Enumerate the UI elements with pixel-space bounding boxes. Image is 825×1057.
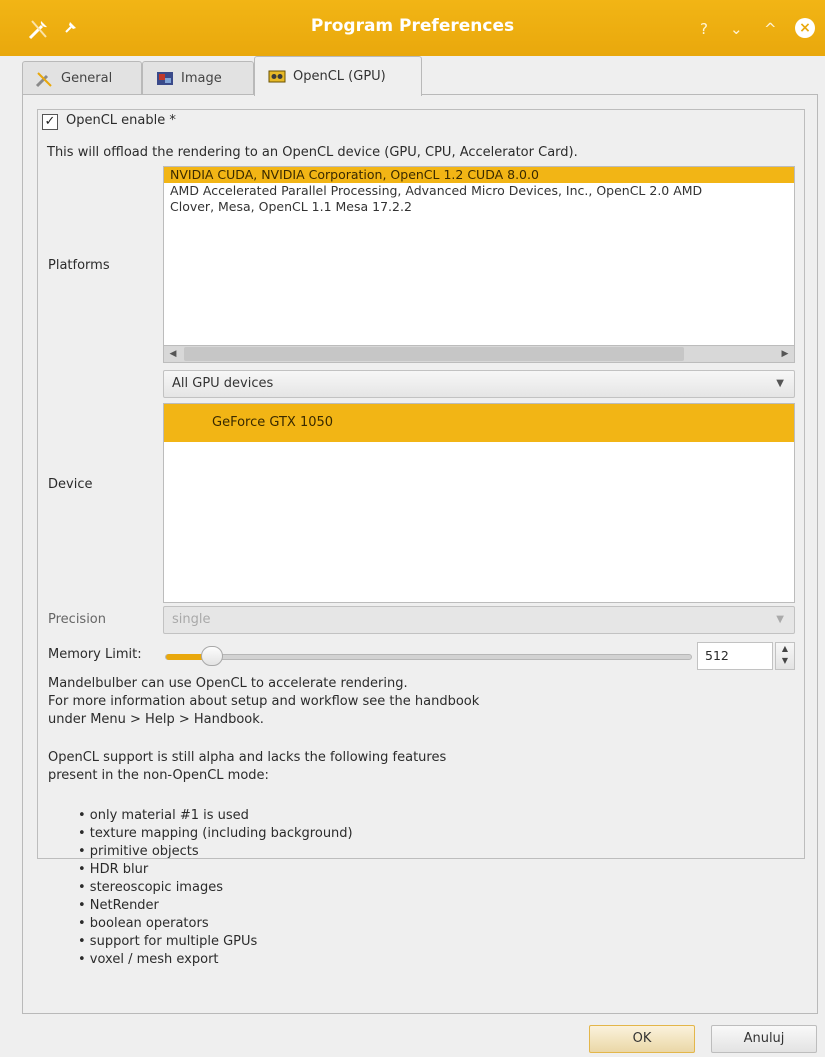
- title-bar: Program Preferences ? ⌄ ^ ×: [0, 0, 825, 56]
- tab-opencl-label: OpenCL (GPU): [293, 69, 386, 84]
- device-label: Device: [48, 477, 93, 492]
- platforms-horizontal-scrollbar[interactable]: ◀ ▶: [163, 345, 795, 363]
- feature-item: • voxel / mesh export: [78, 952, 219, 967]
- tab-general-label: General: [61, 71, 113, 86]
- list-item[interactable]: AMD Accelerated Parallel Processing, Adv…: [164, 183, 794, 199]
- cancel-button[interactable]: Anuluj: [711, 1025, 817, 1053]
- info-line: OpenCL support is still alpha and lacks …: [48, 750, 447, 765]
- scroll-left-icon[interactable]: ◀: [164, 346, 182, 362]
- slider-handle[interactable]: [201, 646, 223, 666]
- device-list[interactable]: GeForce GTX 1050: [163, 403, 795, 603]
- platforms-label: Platforms: [48, 258, 110, 273]
- ok-button[interactable]: OK: [589, 1025, 695, 1053]
- feature-item: • NetRender: [78, 898, 159, 913]
- feature-item: • support for multiple GPUs: [78, 934, 258, 949]
- feature-item: • HDR blur: [78, 862, 149, 877]
- maximize-button[interactable]: ^: [764, 20, 777, 38]
- tab-general[interactable]: General: [22, 61, 142, 95]
- opencl-enable-label[interactable]: OpenCL enable *: [66, 113, 176, 128]
- close-button[interactable]: ×: [795, 18, 815, 38]
- tab-image[interactable]: Image: [142, 61, 254, 95]
- scrollbar-thumb[interactable]: [184, 347, 684, 361]
- platforms-list[interactable]: NVIDIA CUDA, NVIDIA Corporation, OpenCL …: [163, 166, 795, 347]
- memory-limit-input[interactable]: 512: [697, 642, 773, 670]
- precision-value: single: [172, 612, 211, 627]
- opencl-enable-checkbox[interactable]: ✓: [42, 114, 58, 130]
- list-item[interactable]: GeForce GTX 1050: [164, 404, 794, 442]
- info-line: under Menu > Help > Handbook.: [48, 712, 264, 727]
- chevron-down-icon: ▼: [776, 614, 784, 625]
- list-item[interactable]: Clover, Mesa, OpenCL 1.1 Mesa 17.2.2: [164, 199, 794, 215]
- device-filter-select[interactable]: All GPU devices ▼: [163, 370, 795, 398]
- help-button[interactable]: ?: [700, 20, 708, 38]
- opencl-description: This will offload the rendering to an Op…: [47, 145, 578, 160]
- memory-limit-slider[interactable]: [165, 654, 692, 660]
- minimize-button[interactable]: ⌄: [730, 20, 743, 38]
- chevron-down-icon: ▼: [776, 378, 784, 389]
- feature-item: • boolean operators: [78, 916, 209, 931]
- spin-buttons[interactable]: ▲ ▼: [775, 642, 795, 670]
- feature-item: • texture mapping (including background): [78, 826, 353, 841]
- feature-item: • only material #1 is used: [78, 808, 249, 823]
- scroll-right-icon[interactable]: ▶: [776, 346, 794, 362]
- image-icon: [155, 70, 175, 88]
- feature-item: • stereoscopic images: [78, 880, 223, 895]
- tab-image-label: Image: [181, 71, 222, 86]
- precision-select[interactable]: single ▼: [163, 606, 795, 634]
- info-line: present in the non-OpenCL mode:: [48, 768, 269, 783]
- feature-item: • primitive objects: [78, 844, 199, 859]
- gpu-icon: [267, 68, 287, 86]
- info-line: For more information about setup and wor…: [48, 694, 480, 709]
- list-item[interactable]: NVIDIA CUDA, NVIDIA Corporation, OpenCL …: [164, 167, 794, 183]
- tab-opencl[interactable]: OpenCL (GPU): [254, 56, 422, 96]
- info-line: Mandelbulber can use OpenCL to accelerat…: [48, 676, 408, 691]
- precision-label: Precision: [48, 612, 107, 627]
- device-filter-value: All GPU devices: [172, 376, 274, 391]
- memory-limit-label: Memory Limit:: [48, 647, 142, 662]
- tools-icon: [35, 70, 55, 88]
